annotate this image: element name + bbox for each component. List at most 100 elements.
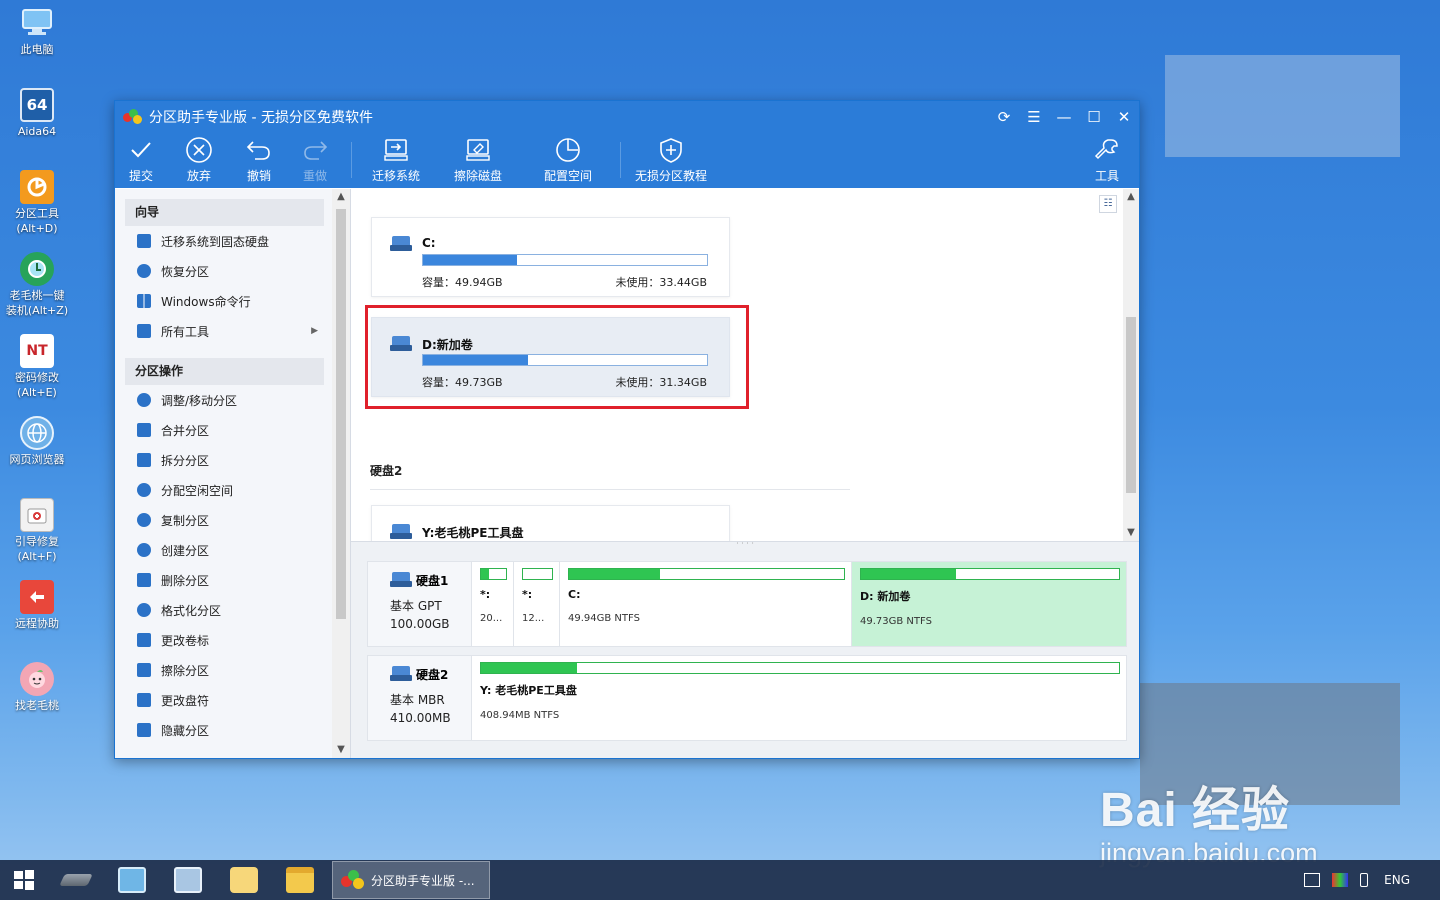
start-button[interactable]: [0, 860, 48, 900]
sidebar-item-copy-partition[interactable]: 复制分区: [125, 505, 324, 535]
disk-type: 基本 GPT: [390, 599, 442, 613]
peach-mascot-icon: [20, 662, 54, 696]
taskbar-active-app[interactable]: 分区助手专业版 -...: [332, 861, 490, 899]
sidebar-scroll-thumb[interactable]: [336, 209, 346, 619]
disk-segment[interactable]: *: 20...: [472, 562, 514, 646]
active-task-label: 分区助手专业版 -...: [371, 873, 475, 888]
sidebar-item-wipe-partition[interactable]: 擦除分区: [125, 655, 324, 685]
submenu-arrow-icon: ▶: [311, 326, 318, 336]
minimize-icon[interactable]: —: [1049, 101, 1079, 132]
disk-segment[interactable]: C: 49.94GB NTFS: [560, 562, 852, 646]
sidebar-item-format-partition[interactable]: 格式化分区: [125, 595, 324, 625]
redo-button[interactable]: 重做: [287, 132, 343, 188]
tools-label: 工具: [1094, 169, 1119, 183]
recover-partition-icon: [137, 264, 151, 278]
taskbar-file-explorer[interactable]: [272, 860, 328, 900]
redo-label: 重做: [302, 169, 327, 183]
partition-card-c[interactable]: C: 容量：49.94GB 未使用：33.44GB: [371, 217, 730, 297]
menu-icon[interactable]: ☰: [1019, 101, 1049, 132]
all-tools-icon: [137, 324, 151, 338]
taskbar-search[interactable]: [216, 860, 272, 900]
disk2-heading: 硬盘2: [370, 464, 403, 478]
refresh-icon[interactable]: ⟳: [989, 101, 1019, 132]
sidebar-item-allocate-free[interactable]: 分配空闲空间: [125, 475, 324, 505]
view-toggle-icon[interactable]: ☷: [1099, 195, 1117, 213]
desktop-icon-label: 此电脑: [20, 43, 54, 56]
copy-partition-icon: [137, 513, 151, 527]
disk-drive-icon: [59, 874, 93, 886]
desktop-icon-installer[interactable]: 老毛桃一键 装机(Alt+Z): [4, 252, 70, 318]
segment-usage-bar: [480, 662, 1120, 674]
sidebar-item-change-letter[interactable]: 更改盘符: [125, 685, 324, 715]
sidebar-item-label: 创建分区: [161, 543, 210, 558]
desktop-icon-find-laomaotao[interactable]: 找老毛桃: [4, 662, 70, 713]
main-scroll-thumb[interactable]: [1126, 317, 1136, 493]
main-panel: ☷ C: 容量：49.94GB 未使用：33.44GB D:新加卷 容量：49.…: [351, 189, 1139, 758]
sidebar-item-merge-partition[interactable]: 合并分区: [125, 415, 324, 445]
sidebar-item-change-label[interactable]: 更改卷标: [125, 625, 324, 655]
format-partition-icon: [137, 603, 151, 617]
taskbar-network-computer[interactable]: [160, 860, 216, 900]
drive-icon: [390, 572, 412, 588]
commit-button[interactable]: 提交: [115, 132, 167, 188]
maximize-icon[interactable]: ☐: [1079, 101, 1109, 132]
discard-button[interactable]: 放弃: [167, 132, 231, 188]
disk-segment[interactable]: Y: 老毛桃PE工具盘 408.94MB NTFS: [472, 656, 1126, 740]
file-explorer-icon: [286, 867, 314, 893]
tools-button[interactable]: 工具: [1075, 132, 1139, 188]
allocate-space-button[interactable]: 配置空间: [524, 132, 612, 188]
usb-tray-icon[interactable]: [1360, 873, 1369, 887]
sidebar-item-create-partition[interactable]: 创建分区: [125, 535, 324, 565]
merge-partition-icon: [137, 423, 151, 437]
sidebar-item-hide-partition[interactable]: 隐藏分区: [125, 715, 324, 745]
drive-icon: [390, 666, 412, 682]
sidebar-item-recover-partition[interactable]: 恢复分区: [125, 256, 324, 286]
wipe-disk-button[interactable]: 擦除磁盘: [432, 132, 524, 188]
desktop-icon-remote-assist[interactable]: 远程协助: [4, 580, 70, 631]
disk-row-1[interactable]: 硬盘1 基本 GPT 100.00GB *: 20... *: 12... C:…: [367, 561, 1127, 647]
aida64-icon: 64: [20, 88, 54, 122]
taskbar-computer-manage[interactable]: [104, 860, 160, 900]
undo-button[interactable]: 撤销: [231, 132, 287, 188]
divider: [370, 489, 850, 490]
sidebar-scrollbar[interactable]: ▲ ▼: [332, 189, 350, 758]
scroll-up-icon[interactable]: ▲: [332, 189, 350, 205]
close-icon[interactable]: ✕: [1109, 101, 1139, 132]
sidebar-item-label: 调整/移动分区: [161, 393, 238, 408]
sidebar-item-all-tools[interactable]: 所有工具 ▶: [125, 316, 324, 346]
redo-icon: [304, 141, 328, 160]
undo-icon: [246, 141, 270, 160]
disk-row-2[interactable]: 硬盘2 基本 MBR 410.00MB Y: 老毛桃PE工具盘 408.94MB…: [367, 655, 1127, 741]
main-scrollbar[interactable]: ▲ ▼: [1123, 189, 1139, 541]
language-indicator[interactable]: ENG: [1384, 873, 1410, 887]
sidebar-item-windows-cmd[interactable]: Windows命令行: [125, 286, 324, 316]
disk-size: 410.00MB: [390, 711, 451, 725]
network-tray-icon[interactable]: [1304, 873, 1321, 887]
disk-segment[interactable]: *: 12...: [514, 562, 560, 646]
desktop-icon-password[interactable]: NT 密码修改 (Alt+E): [4, 334, 70, 400]
desktop-icon-this-pc[interactable]: 此电脑: [4, 6, 70, 57]
migrate-os-button[interactable]: 迁移系统: [360, 132, 432, 188]
display-tray-icon[interactable]: [1332, 873, 1349, 887]
disk-name: 硬盘1: [416, 574, 449, 588]
disk-segment-selected[interactable]: D: 新加卷 49.73GB NTFS: [852, 562, 1126, 646]
desktop-icon-aida64[interactable]: 64 Aida64: [4, 88, 70, 139]
desktop-icon-partition-tool[interactable]: 分区工具 (Alt+D): [4, 170, 70, 236]
desktop-icon-boot-repair[interactable]: 引导修复 (Alt+F): [4, 498, 70, 564]
scroll-down-icon[interactable]: ▼: [1123, 525, 1139, 541]
tutorial-button[interactable]: 无损分区教程: [629, 132, 713, 188]
desktop-icon-browser[interactable]: 网页浏览器: [4, 416, 70, 467]
sidebar-item-delete-partition[interactable]: 删除分区: [125, 565, 324, 595]
scroll-down-icon[interactable]: ▼: [332, 742, 350, 758]
sidebar-item-migrate-ssd[interactable]: 迁移系统到固态硬盘: [125, 226, 324, 256]
scroll-up-icon[interactable]: ▲: [1123, 189, 1139, 205]
sidebar-item-label: 隐藏分区: [161, 723, 210, 738]
partition-assistant-window: 分区助手专业版 - 无损分区免费软件 ⟳ ☰ — ☐ ✕ 提交 放弃 撤销 重做…: [114, 100, 1140, 759]
taskbar-disk-drive[interactable]: [48, 860, 104, 900]
sidebar-item-split-partition[interactable]: 拆分分区: [125, 445, 324, 475]
title-bar[interactable]: 分区助手专业版 - 无损分区免费软件 ⟳ ☰ — ☐ ✕: [115, 101, 1139, 132]
partition-card-y[interactable]: Y:老毛桃PE工具盘: [371, 505, 730, 541]
sidebar-item-resize-partition[interactable]: 调整/移动分区: [125, 385, 324, 415]
aida64-glyph: 64: [26, 95, 48, 114]
red-highlight-box: [365, 305, 749, 409]
